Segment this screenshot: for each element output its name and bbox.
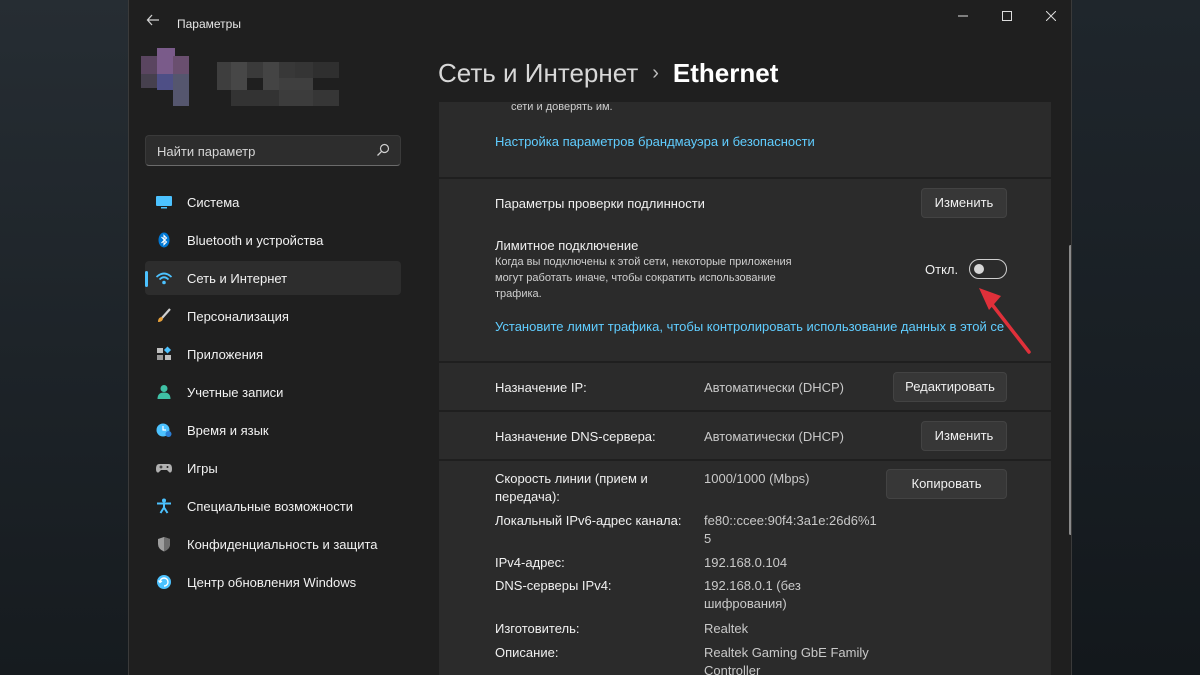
toggle-knob: [974, 264, 984, 274]
prop-value-link-speed: 1000/1000 (Mbps): [704, 471, 810, 486]
accessibility-icon: [157, 498, 171, 514]
ip-assignment-value: Автоматически (DHCP): [704, 380, 844, 395]
settings-content: сети и доверять им. Настройка параметров…: [439, 102, 1051, 675]
ip-edit-button[interactable]: Редактировать: [893, 372, 1007, 402]
sidebar-nav: Система Bluetooth и устройства Сеть и Ин…: [145, 185, 401, 603]
red-annotation-arrow: [979, 288, 1031, 354]
maximize-icon: [1002, 11, 1012, 21]
dns-assignment-value: Автоматически (DHCP): [704, 429, 844, 444]
breadcrumb: Сеть и Интернет › Ethernet: [438, 58, 778, 89]
breadcrumb-parent[interactable]: Сеть и Интернет: [438, 58, 638, 88]
ip-assignment-card: Назначение IP: Автоматически (DHCP) Реда…: [439, 363, 1051, 410]
copy-button[interactable]: Копировать: [886, 469, 1007, 499]
monitor-icon: [156, 196, 172, 209]
firewall-settings-link[interactable]: Настройка параметров брандмауэра и безоп…: [495, 134, 815, 149]
user-profile-pixelated[interactable]: [141, 44, 341, 112]
sidebar-item-bluetooth[interactable]: Bluetooth и устройства: [145, 223, 401, 257]
gamepad-icon: [156, 464, 172, 473]
prop-value-description: Realtek Gaming GbE Family Controller: [704, 645, 869, 675]
dns-assignment-label: Назначение DNS-сервера:: [495, 429, 656, 444]
prop-value-dns-servers: 192.168.0.1 (без шифрования): [704, 578, 801, 611]
prop-value-manufacturer: Realtek: [704, 621, 749, 636]
sidebar-item-gaming[interactable]: Игры: [145, 451, 401, 485]
sidebar-item-windows-update[interactable]: Центр обновления Windows: [145, 565, 401, 599]
search-icon: [377, 143, 390, 156]
search-placeholder: Найти параметр: [157, 144, 256, 159]
auth-settings-label: Параметры проверки подлинности: [495, 196, 705, 211]
bluetooth-icon: [158, 232, 170, 248]
metered-connection-card: Лимитное подключение Когда вы подключены…: [439, 227, 1051, 361]
shield-icon: [158, 537, 170, 552]
maximize-button[interactable]: [987, 6, 1027, 28]
page-title: Ethernet: [672, 58, 779, 88]
dns-assignment-card: Назначение DNS-сервера: Автоматически (D…: [439, 412, 1051, 459]
brush-icon: [158, 308, 171, 322]
auth-edit-button[interactable]: Изменить: [921, 188, 1007, 218]
sidebar-item-accessibility[interactable]: Специальные возможности: [145, 489, 401, 523]
sidebar-item-privacy[interactable]: Конфиденциальность и защита: [145, 527, 401, 561]
metered-description-line-2: могут работать иначе, чтобы сократить ис…: [495, 272, 776, 284]
prop-label-link-speed: Скорость линии (прием и передача):: [495, 471, 648, 504]
globe-clock-icon: [156, 423, 172, 437]
data-limit-link[interactable]: Установите лимит трафика, чтобы контроли…: [495, 319, 1004, 334]
settings-window: Параметры Найти параметр Система Bluetoo…: [128, 0, 1072, 675]
prop-label-manufacturer: Изготовитель:: [495, 621, 580, 636]
update-icon: [157, 575, 171, 589]
firewall-card: сети и доверять им. Настройка параметров…: [439, 102, 1051, 177]
apps-icon: [157, 346, 172, 360]
desktop-background-right: [1072, 0, 1200, 675]
search-input[interactable]: Найти параметр: [145, 135, 401, 166]
back-button[interactable]: [139, 8, 167, 32]
arrow-left-icon: [146, 14, 159, 26]
metered-description-line-3: трафика.: [495, 288, 542, 300]
ip-assignment-label: Назначение IP:: [495, 380, 587, 395]
prop-value-ipv4: 192.168.0.104: [704, 555, 788, 570]
dns-edit-button[interactable]: Изменить: [921, 421, 1007, 451]
breadcrumb-separator: ›: [652, 62, 659, 84]
metered-toggle[interactable]: [969, 259, 1007, 279]
sidebar-item-system[interactable]: Система: [145, 185, 401, 219]
wifi-icon: [155, 272, 173, 285]
sidebar-item-accounts[interactable]: Учетные записи: [145, 375, 401, 409]
prop-value-ipv6: fe80::ccee:90f4:3a1e:26d6%1 5: [704, 513, 877, 546]
adapter-properties-card: Копировать Скорость линии (прием и переда…: [439, 461, 1051, 675]
auth-settings-card: Параметры проверки подлинности Изменить: [439, 179, 1051, 227]
desktop-background-left: [0, 0, 128, 675]
sidebar-item-network[interactable]: Сеть и Интернет: [145, 261, 401, 295]
content-scrollbar[interactable]: [1069, 245, 1071, 535]
metered-state-label: Откл.: [925, 262, 959, 277]
sidebar-item-time-language[interactable]: Время и язык: [145, 413, 401, 447]
person-icon: [157, 385, 171, 399]
prop-label-dns-servers: DNS-серверы IPv4:: [495, 578, 612, 593]
close-button[interactable]: [1031, 6, 1071, 28]
sidebar-item-personalization[interactable]: Персонализация: [145, 299, 401, 333]
title-bar: Параметры: [129, 0, 1071, 36]
firewall-description: сети и доверять им.: [511, 102, 613, 113]
metered-title: Лимитное подключение: [495, 238, 639, 253]
prop-label-description: Описание:: [495, 645, 559, 660]
prop-label-ipv6: Локальный IPv6-адрес канала:: [495, 513, 682, 528]
sidebar-item-apps[interactable]: Приложения: [145, 337, 401, 371]
close-icon: [1045, 10, 1057, 22]
minimize-button[interactable]: [943, 6, 983, 28]
app-title: Параметры: [177, 17, 241, 31]
metered-description-line-1: Когда вы подключены к этой сети, некотор…: [495, 256, 792, 268]
prop-label-ipv4: IPv4-адрес:: [495, 555, 565, 570]
minimize-icon: [958, 15, 968, 17]
